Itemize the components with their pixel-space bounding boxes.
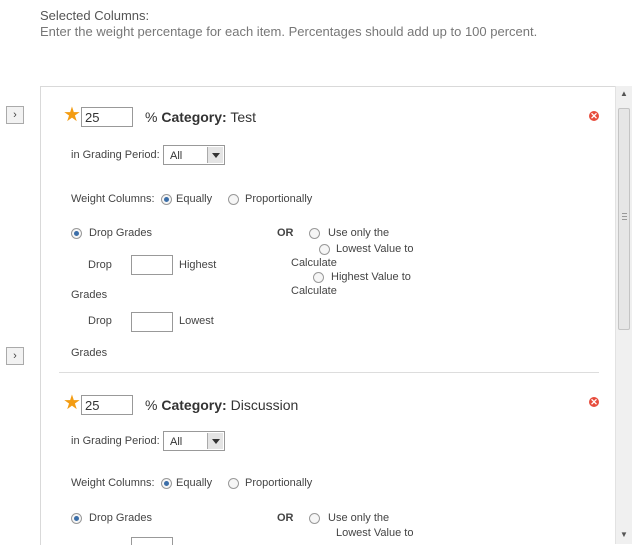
grading-period-label: in Grading Period: [71, 149, 160, 161]
category-name: Test [226, 109, 257, 125]
header: Selected Columns: Enter the weight perce… [40, 8, 630, 40]
percent-sign: % [145, 109, 162, 125]
category-divider [59, 372, 599, 373]
grading-period-label: in Grading Period: [71, 435, 160, 447]
drop-grades-label: Drop Grades [89, 227, 152, 239]
scroll-down-icon[interactable]: ▼ [620, 530, 628, 539]
drop-label: Drop [88, 259, 112, 271]
remove-category-icon[interactable]: ✕ [589, 397, 599, 407]
proportionally-label: Proportionally [245, 193, 313, 205]
highest-label: Highest [179, 259, 217, 271]
chevron-down-icon [207, 147, 223, 163]
grip-icon [622, 213, 627, 222]
grades-label: Grades [71, 347, 108, 359]
category-title: % Category: Test [145, 109, 256, 125]
use-only-radio[interactable] [309, 228, 320, 239]
expand-toggle-button[interactable]: › [6, 106, 24, 124]
proportionally-radio[interactable] [228, 478, 239, 489]
or-label: OR [277, 227, 294, 239]
drop-grades-radio[interactable] [71, 228, 82, 239]
lowest-value-label: Lowest Value to [336, 243, 414, 255]
category-prefix: Category: [161, 109, 227, 125]
vertical-scrollbar[interactable]: ▲ ▼ [615, 86, 632, 544]
lowest-value-label: Lowest Value to [336, 527, 414, 539]
required-star-icon: ★ [63, 392, 81, 414]
drop-grades-label: Drop Grades [89, 512, 152, 524]
grades-label: Grades [71, 289, 108, 301]
lowest-label: Lowest [179, 315, 214, 327]
use-only-label: Use only the [328, 227, 390, 239]
equally-radio[interactable] [161, 478, 172, 489]
grading-period-select[interactable]: All [163, 145, 225, 165]
grading-period-select[interactable]: All [163, 431, 225, 451]
equally-label: Equally [176, 477, 213, 489]
drop-lowest-input[interactable] [131, 312, 173, 332]
highest-value-radio[interactable] [313, 272, 324, 283]
categories-panel: ★ % Category: Test ✕ in Grading Period: … [40, 86, 616, 545]
drop-highest-input[interactable] [131, 255, 173, 275]
equally-radio[interactable] [161, 194, 172, 205]
or-label: OR [277, 512, 294, 524]
grading-period-value: All [170, 436, 183, 448]
drop-grades-radio[interactable] [71, 513, 82, 524]
category-title: % Category: Discussion [145, 397, 298, 413]
chevron-down-icon [207, 433, 223, 449]
use-only-radio[interactable] [309, 513, 320, 524]
required-star-icon: ★ [63, 104, 81, 126]
weight-columns-label: Weight Columns: [71, 477, 155, 489]
scroll-up-icon[interactable]: ▲ [620, 89, 628, 98]
weight-percent-input[interactable] [81, 395, 133, 415]
highest-value-label: Highest Value to [331, 271, 411, 283]
scrollbar-thumb[interactable] [618, 108, 630, 330]
expand-toggle-button[interactable]: › [6, 347, 24, 365]
category-prefix: Category: [161, 397, 227, 413]
use-only-label: Use only the [328, 512, 390, 524]
proportionally-label: Proportionally [245, 477, 313, 489]
calculate-label: Calculate [291, 257, 337, 269]
grading-period-value: All [170, 150, 183, 162]
drop-label: Drop [88, 315, 112, 327]
equally-label: Equally [176, 193, 213, 205]
lowest-value-radio[interactable] [319, 244, 330, 255]
remove-category-icon[interactable]: ✕ [589, 111, 599, 121]
instructions-text: Enter the weight percentage for each ite… [40, 24, 538, 39]
section-title: Selected Columns: [40, 8, 150, 23]
percent-sign: % [145, 397, 162, 413]
weight-percent-input[interactable] [81, 107, 133, 127]
weight-columns-label: Weight Columns: [71, 193, 155, 205]
calculate-label: Calculate [291, 285, 337, 297]
category-name: Discussion [226, 397, 299, 413]
proportionally-radio[interactable] [228, 194, 239, 205]
